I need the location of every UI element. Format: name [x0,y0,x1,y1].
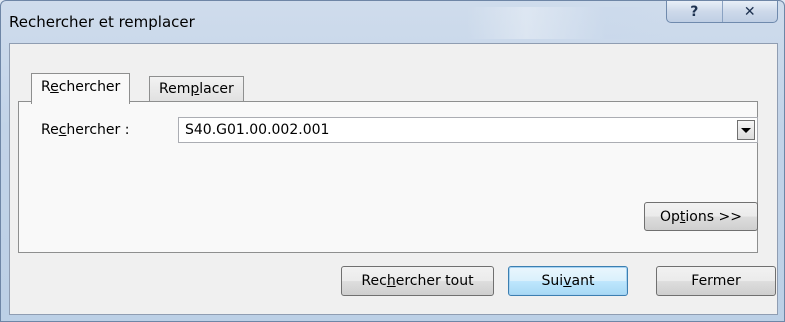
find-input[interactable]: S40.G01.00.002.001 [185,122,329,138]
tab-label: R [41,79,51,95]
find-all-label: ercher tout [395,273,474,289]
tab-rechercher[interactable]: Rechercher [31,73,131,104]
find-label: Rechercher : [41,122,129,138]
tab-remplacer[interactable]: Remplacer [149,76,244,101]
tab-label: Rem [159,81,191,97]
chevron-down-icon[interactable] [737,120,755,140]
find-label-text: Re [41,122,59,138]
find-combobox[interactable]: S40.G01.00.002.001 [178,117,758,143]
background-window-blur [466,7,666,39]
find-all-accelerator: h [386,273,396,289]
window-title: Rechercher et remplacer [9,13,195,31]
next-accelerator: v [563,273,572,289]
next-label: Sui [541,273,564,289]
tab-accelerator: p [190,81,200,97]
help-icon[interactable]: ? [667,1,722,22]
close-button[interactable]: Fermer [656,266,776,296]
close-icon[interactable]: ✕ [721,1,778,22]
tab-accelerator: e [50,79,59,95]
find-all-button[interactable]: Rec h ercher tout [341,266,494,296]
tab-label: lacer [199,81,234,97]
options-button[interactable]: Op t ions >> [644,202,758,231]
next-button[interactable]: Sui v ant [508,266,628,296]
close-label: Fermer [691,273,741,289]
find-label-text: hercher : [66,122,130,138]
find-replace-dialog: Rechercher et remplacer ? ✕ Rechercher R… [0,0,785,322]
next-label: ant [571,273,595,289]
options-label: ions >> [685,208,742,225]
find-all-label: Rec [361,273,387,289]
title-bar[interactable]: Rechercher et remplacer ? ✕ [1,1,784,43]
options-label: Op [660,208,680,225]
window-controls: ? ✕ [666,1,778,23]
tab-label: chercher [58,79,121,95]
